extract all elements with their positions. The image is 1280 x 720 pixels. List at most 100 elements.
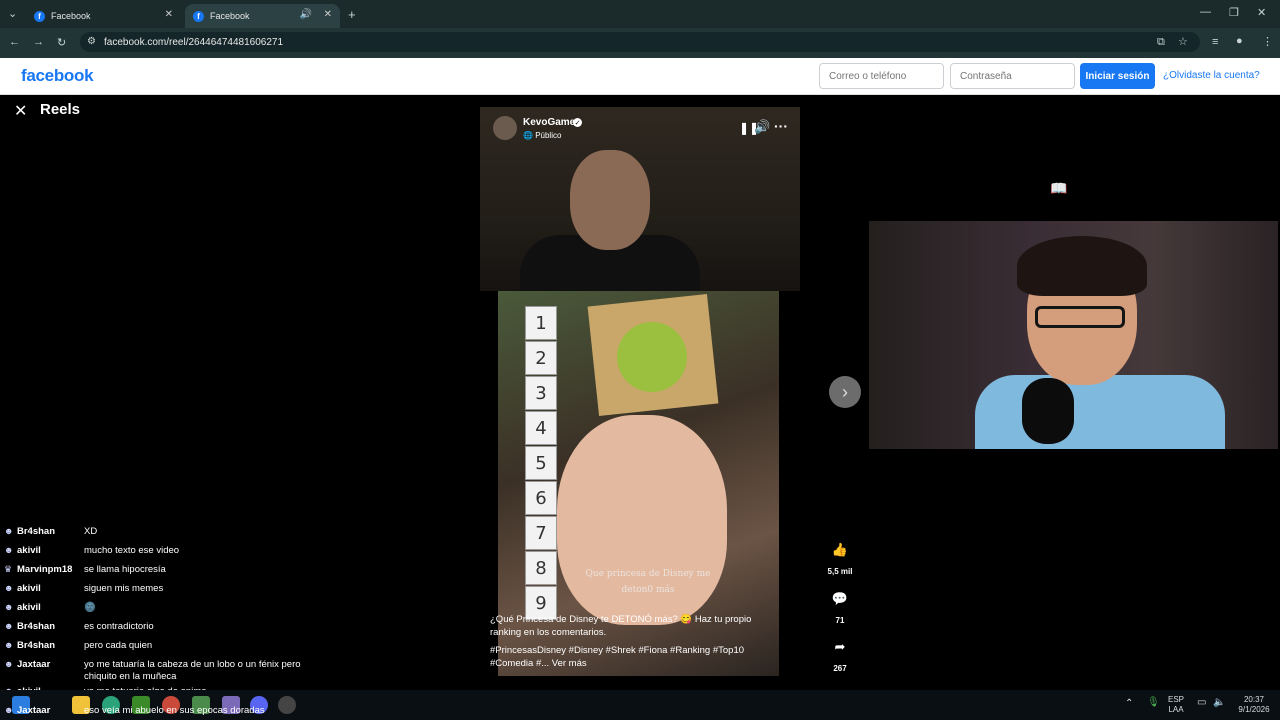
- verified-icon: ✓: [573, 118, 582, 127]
- tab-label: Facebook: [51, 11, 91, 21]
- badge-icon: ♛: [4, 564, 13, 574]
- clock[interactable]: 20:37 9/1/2026: [1234, 695, 1274, 715]
- chat-username: akivil: [17, 583, 41, 594]
- rank-number: 6: [525, 481, 557, 515]
- rank-number: 8: [525, 551, 557, 585]
- media-control-icon[interactable]: ≡: [1212, 36, 1218, 48]
- microphone: [1022, 378, 1074, 444]
- bookmark-star-icon[interactable]: ☆: [1178, 35, 1188, 48]
- chat-username: Br4shan: [17, 526, 56, 537]
- new-tab-icon[interactable]: +: [348, 7, 356, 22]
- tab-list-icon[interactable]: ⌄: [8, 7, 17, 20]
- badge-icon: ☻: [4, 621, 14, 631]
- rank-number: 5: [525, 446, 557, 480]
- chat-text: mucho texto ese video: [84, 545, 180, 556]
- chat-username: Br4shan: [17, 640, 56, 651]
- badge-icon: ☻: [4, 705, 14, 715]
- lang-bottom: LAA: [1168, 705, 1184, 714]
- badge-icon: ☻: [4, 602, 14, 612]
- forgot-account-link[interactable]: ¿Olvidaste la cuenta?: [1163, 70, 1260, 81]
- next-reel-button[interactable]: ›: [829, 376, 861, 408]
- close-icon[interactable]: ✕: [14, 101, 27, 121]
- comment-count: 71: [835, 616, 845, 625]
- tab-facebook-1[interactable]: f Facebook ✕: [26, 4, 181, 28]
- more-options-icon[interactable]: ···: [774, 118, 788, 134]
- glasses: [1035, 306, 1125, 328]
- author-name[interactable]: KevoGame: [523, 117, 575, 128]
- profile-icon[interactable]: ●: [1236, 35, 1243, 47]
- reload-icon[interactable]: ↻: [57, 36, 66, 49]
- comment-icon[interactable]: 💬: [827, 586, 853, 612]
- streamer-head: [570, 150, 650, 250]
- badge-icon: ☻: [4, 526, 14, 536]
- fiona-face: [617, 322, 687, 392]
- rank-number: 2: [525, 341, 557, 375]
- chat-username: Jaxtaar: [17, 659, 51, 670]
- login-button[interactable]: Iniciar sesión: [1080, 63, 1155, 89]
- chat-text: yo me tatuaría la cabeza de un lobo o un…: [84, 659, 301, 682]
- reel-caption: ¿Qué Princesa de Disney te DETONÓ más? 😋…: [490, 614, 752, 638]
- close-tab-icon[interactable]: ✕: [165, 9, 173, 20]
- like-icon[interactable]: 👍: [827, 537, 853, 563]
- obs-icon[interactable]: [278, 696, 296, 714]
- tab-label: Facebook: [210, 11, 250, 21]
- volume-tray-icon[interactable]: 🔈: [1213, 698, 1225, 708]
- facebook-favicon-icon: f: [193, 10, 204, 22]
- tab-facebook-2[interactable]: f Facebook 🔊 ✕: [185, 4, 340, 28]
- password-input[interactable]: [950, 63, 1075, 89]
- speaker-icon[interactable]: 🔊: [300, 9, 312, 20]
- forward-icon[interactable]: →: [33, 36, 44, 48]
- clock-date: 9/1/2026: [1238, 705, 1270, 714]
- chat-username: Br4shan: [17, 621, 56, 632]
- audience-text: Público: [535, 131, 562, 140]
- site-info-icon[interactable]: ⚙: [87, 36, 96, 47]
- chat-text: siguen mis memes: [84, 583, 164, 594]
- chat-text: pero cada quien: [84, 640, 153, 651]
- restore-icon[interactable]: ❐: [1229, 6, 1239, 19]
- badge-icon: ☻: [4, 640, 14, 650]
- badge-icon: ☻: [4, 583, 14, 593]
- rank-number: 7: [525, 516, 557, 550]
- chat-username: akivil: [17, 545, 41, 556]
- badge-icon: ☻: [4, 659, 14, 669]
- audience-label: 🌐 Público: [523, 131, 562, 140]
- chat-text: 🌚: [84, 602, 96, 613]
- facebook-favicon-icon: f: [34, 10, 45, 22]
- chat-text: se llama hipocresía: [84, 564, 166, 575]
- minimize-icon[interactable]: —: [1200, 6, 1211, 18]
- streamer-shirt: [975, 375, 1225, 449]
- reels-title: Reels: [40, 101, 81, 118]
- share-icon[interactable]: ➦: [827, 634, 853, 660]
- microphone-icon[interactable]: 🎙: [1147, 698, 1160, 708]
- menu-icon[interactable]: ⋮: [1262, 35, 1273, 48]
- rank-number: 4: [525, 411, 557, 445]
- video-overlay-text: Que princesa de Disney me deton0 más: [585, 569, 711, 595]
- back-icon[interactable]: ←: [9, 36, 20, 48]
- rank-number: 3: [525, 376, 557, 410]
- close-window-icon[interactable]: ✕: [1257, 6, 1266, 19]
- like-count: 5,5 mil: [827, 567, 853, 576]
- url-text[interactable]: facebook.com/reel/264464744816062​71: [104, 37, 283, 48]
- share-count: 267: [833, 664, 847, 673]
- author-avatar[interactable]: [493, 116, 517, 140]
- rank-number: 1: [525, 306, 557, 340]
- streamer-hair: [1017, 236, 1147, 296]
- tray-overflow-icon[interactable]: ⌃: [1125, 699, 1133, 709]
- email-input[interactable]: [819, 63, 944, 89]
- chat-username: Jaxtaar: [17, 705, 51, 716]
- lang-top: ESP: [1168, 695, 1185, 704]
- chat-username: akivil: [17, 602, 41, 613]
- book-icon: 📖: [1050, 180, 1068, 196]
- chat-username: Marvinpm18: [17, 564, 73, 575]
- network-icon[interactable]: ▭: [1197, 698, 1206, 708]
- install-app-icon[interactable]: ⧉: [1157, 36, 1165, 49]
- chat-text: eso veía mi abuelo en sus epocas doradas: [84, 705, 265, 716]
- chat-text: es contradictorio: [84, 621, 154, 632]
- chat-text: XD: [84, 526, 98, 537]
- close-tab-icon[interactable]: ✕: [324, 9, 332, 20]
- facebook-logo[interactable]: facebook: [21, 66, 94, 86]
- language-indicator[interactable]: ESP LAA: [1168, 695, 1184, 715]
- volume-icon[interactable]: 🔊: [754, 119, 770, 135]
- badge-icon: ☻: [4, 545, 14, 555]
- reel-hashtags[interactable]: #PrincesasDisney #Disney #Shrek #Fiona #…: [490, 644, 775, 670]
